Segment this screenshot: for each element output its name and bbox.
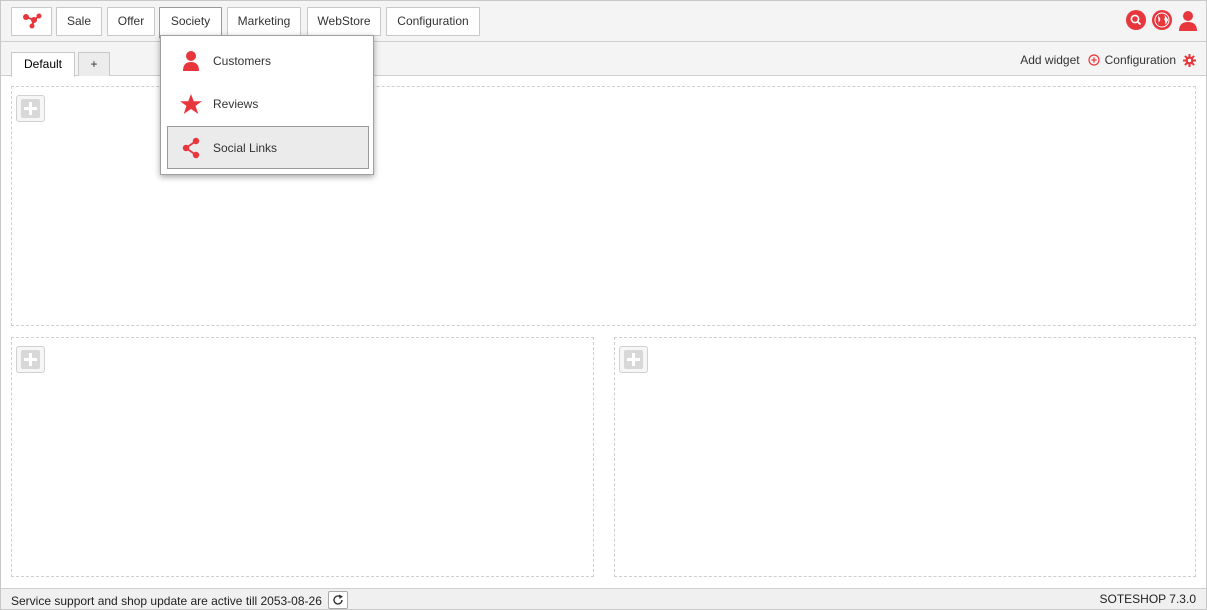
tab-actions: Add widget Configuration: [1020, 53, 1196, 67]
share-network-logo-icon: [22, 13, 41, 29]
add-widget-link[interactable]: Add widget: [1020, 53, 1100, 67]
gear-icon: [1183, 53, 1196, 67]
user-icon[interactable]: [1178, 10, 1198, 32]
nav-configuration[interactable]: Configuration: [386, 7, 480, 36]
plus-square-icon: [624, 350, 643, 369]
support-status: Service support and shop update are acti…: [11, 591, 348, 609]
configuration-label: Configuration: [1104, 53, 1176, 67]
status-footer: Service support and shop update are acti…: [1, 588, 1206, 609]
menu-item-label: Social Links: [213, 140, 278, 155]
widget-zone-bottom-left: [11, 337, 594, 577]
society-dropdown-menu: Customers Reviews Social Links: [160, 35, 374, 175]
add-widget-label: Add widget: [1020, 53, 1080, 67]
nav-webstore[interactable]: WebStore: [307, 7, 381, 36]
add-widget-button[interactable]: [16, 95, 45, 122]
plus-circle-icon: [1088, 54, 1100, 66]
share-icon: [179, 137, 203, 159]
home-logo-button[interactable]: [11, 7, 52, 36]
menu-item-label: Reviews: [213, 97, 259, 111]
add-widget-button[interactable]: [619, 346, 648, 373]
menu-item-customers[interactable]: Customers: [167, 41, 369, 81]
version-label: SOTESHOP 7.3.0: [1099, 592, 1197, 606]
refresh-icon: [333, 594, 343, 605]
menu-item-social-links[interactable]: Social Links: [167, 126, 369, 169]
star-icon: [179, 94, 203, 114]
add-tab-button[interactable]: +: [78, 52, 110, 76]
configuration-link[interactable]: Configuration: [1105, 53, 1196, 67]
plus-square-icon: [21, 99, 40, 118]
tab-default[interactable]: Default: [11, 52, 75, 77]
widget-zone-bottom-right: [614, 337, 1196, 577]
plus-square-icon: [21, 350, 40, 369]
nav-marketing[interactable]: Marketing: [227, 7, 301, 36]
search-icon[interactable]: [1126, 10, 1146, 30]
add-widget-button[interactable]: [16, 346, 45, 373]
nav-sale[interactable]: Sale: [56, 7, 102, 36]
support-status-text: Service support and shop update are acti…: [11, 593, 322, 608]
user-icon: [179, 50, 203, 72]
nav-offer[interactable]: Offer: [107, 7, 155, 36]
menu-item-reviews[interactable]: Reviews: [167, 84, 369, 124]
menu-item-label: Customers: [213, 54, 272, 68]
refresh-button[interactable]: [327, 591, 348, 609]
top-right-icons: [1126, 10, 1198, 32]
globe-icon[interactable]: [1152, 10, 1172, 30]
